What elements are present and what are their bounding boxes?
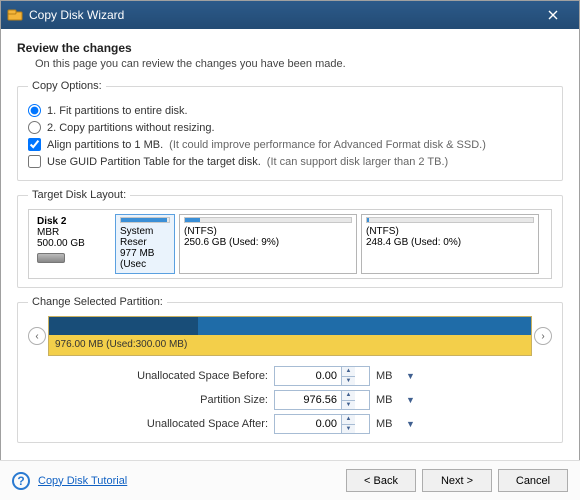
no-resize-option[interactable]: 2. Copy partitions without resizing. xyxy=(28,121,552,134)
guid-label: Use GUID Partition Table for the target … xyxy=(47,156,261,168)
unit-dropdown[interactable]: ▼ xyxy=(406,371,442,381)
guid-option[interactable]: Use GUID Partition Table for the target … xyxy=(28,155,552,168)
back-button[interactable]: < Back xyxy=(346,469,416,492)
partition-size-input[interactable] xyxy=(275,391,341,409)
partition-ntfs-2[interactable]: (NTFS) 248.4 GB (Used: 0%) xyxy=(361,214,539,274)
no-resize-label: 2. Copy partitions without resizing. xyxy=(47,122,215,134)
chevron-right-icon: › xyxy=(541,331,544,342)
selected-partition-bar[interactable]: 976.00 MB (Used:300.00 MB) xyxy=(48,316,532,356)
disk-info: Disk 2 MBR 500.00 GB xyxy=(33,214,111,274)
cancel-button[interactable]: Cancel xyxy=(498,469,568,492)
space-after-label: Unallocated Space After: xyxy=(88,418,268,430)
unit-label: MB xyxy=(376,394,400,406)
target-disk-layout-legend: Target Disk Layout: xyxy=(28,189,130,201)
change-partition-group: Change Selected Partition: ‹ 976.00 MB (… xyxy=(17,296,563,443)
fit-partitions-radio[interactable] xyxy=(28,104,41,117)
align-option[interactable]: Align partitions to 1 MB. (It could impr… xyxy=(28,138,552,151)
spin-up-icon[interactable]: ▲ xyxy=(342,367,355,377)
space-before-label: Unallocated Space Before: xyxy=(88,370,268,382)
chevron-down-icon: ▼ xyxy=(406,419,415,429)
selected-partition-label: 976.00 MB (Used:300.00 MB) xyxy=(49,335,531,354)
disk-size: 500.00 GB xyxy=(37,238,107,249)
chevron-left-icon: ‹ xyxy=(35,331,38,342)
partition-title: (NTFS) xyxy=(366,226,534,237)
app-icon xyxy=(7,7,23,23)
spin-down-icon[interactable]: ▼ xyxy=(342,377,355,386)
partition-ntfs-1[interactable]: (NTFS) 250.6 GB (Used: 9%) xyxy=(179,214,357,274)
align-hint: (It could improve performance for Advanc… xyxy=(169,139,486,151)
align-checkbox[interactable] xyxy=(28,138,41,151)
spin-down-icon[interactable]: ▼ xyxy=(342,401,355,410)
prev-partition-button[interactable]: ‹ xyxy=(28,327,46,345)
disk-type: MBR xyxy=(37,227,107,238)
space-after-input-wrap: ▲▼ xyxy=(274,414,370,434)
space-before-input-wrap: ▲▼ xyxy=(274,366,370,386)
spin-up-icon[interactable]: ▲ xyxy=(342,391,355,401)
change-partition-legend: Change Selected Partition: xyxy=(28,296,167,308)
fit-partitions-label: 1. Fit partitions to entire disk. xyxy=(47,105,188,117)
spin-down-icon[interactable]: ▼ xyxy=(342,425,355,434)
fit-partitions-option[interactable]: 1. Fit partitions to entire disk. xyxy=(28,104,552,117)
partition-title: (NTFS) xyxy=(184,226,352,237)
next-button[interactable]: Next > xyxy=(422,469,492,492)
align-label: Align partitions to 1 MB. xyxy=(47,139,163,151)
close-button[interactable] xyxy=(533,5,573,25)
window-title: Copy Disk Wizard xyxy=(29,8,533,22)
guid-checkbox[interactable] xyxy=(28,155,41,168)
partition-size-label: Partition Size: xyxy=(88,394,268,406)
next-partition-button[interactable]: › xyxy=(534,327,552,345)
disk-name: Disk 2 xyxy=(37,216,107,227)
spin-up-icon[interactable]: ▲ xyxy=(342,415,355,425)
close-icon xyxy=(548,10,558,20)
chevron-down-icon: ▼ xyxy=(406,395,415,405)
target-disk-layout-group: Target Disk Layout: Disk 2 MBR 500.00 GB… xyxy=(17,189,563,288)
copy-options-group: Copy Options: 1. Fit partitions to entir… xyxy=(17,80,563,181)
space-after-input[interactable] xyxy=(275,415,341,433)
review-subtext: On this page you can review the changes … xyxy=(35,58,563,70)
partition-title: System Reser xyxy=(120,226,170,248)
title-bar: Copy Disk Wizard xyxy=(1,1,579,29)
partition-size-input-wrap: ▲▼ xyxy=(274,390,370,410)
space-before-input[interactable] xyxy=(275,367,341,385)
review-heading: Review the changes xyxy=(17,41,563,55)
unit-label: MB xyxy=(376,418,400,430)
chevron-down-icon: ▼ xyxy=(406,371,415,381)
help-icon[interactable]: ? xyxy=(12,472,30,490)
unit-dropdown[interactable]: ▼ xyxy=(406,419,442,429)
partition-system-reserved[interactable]: System Reser 977 MB (Usec xyxy=(115,214,175,274)
no-resize-radio[interactable] xyxy=(28,121,41,134)
disk-icon xyxy=(37,253,65,263)
unit-dropdown[interactable]: ▼ xyxy=(406,395,442,405)
partition-usage: 248.4 GB (Used: 0%) xyxy=(366,237,534,248)
unit-label: MB xyxy=(376,370,400,382)
guid-hint: (It can support disk larger than 2 TB.) xyxy=(267,156,448,168)
tutorial-link[interactable]: Copy Disk Tutorial xyxy=(38,475,127,487)
disk-layout-row: Disk 2 MBR 500.00 GB System Reser 977 MB… xyxy=(28,209,552,279)
partition-usage: 250.6 GB (Used: 9%) xyxy=(184,237,352,248)
partition-usage: 977 MB (Usec xyxy=(120,248,170,270)
copy-options-legend: Copy Options: xyxy=(28,80,106,92)
footer: ? Copy Disk Tutorial < Back Next > Cance… xyxy=(0,460,580,500)
